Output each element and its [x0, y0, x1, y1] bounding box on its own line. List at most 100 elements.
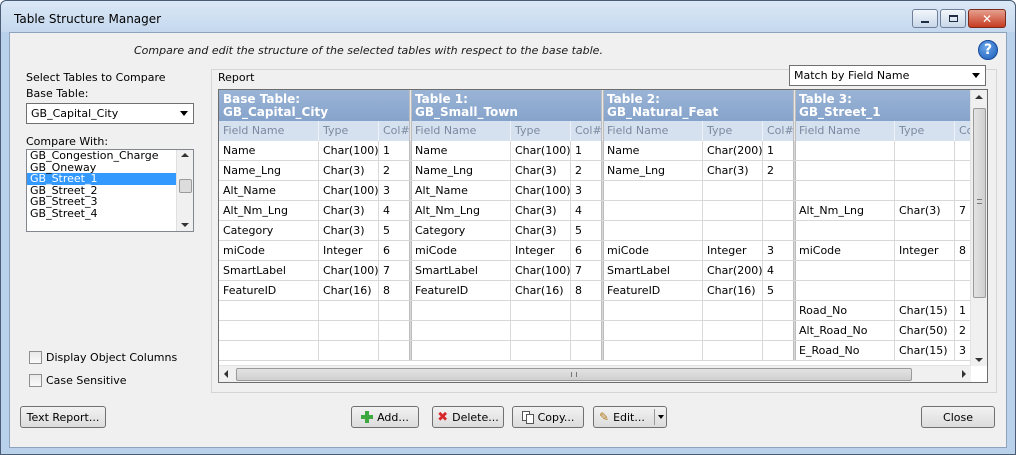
- table-cell[interactable]: [603, 221, 703, 241]
- table-cell[interactable]: Category: [411, 221, 511, 241]
- table-cell[interactable]: [763, 201, 795, 221]
- table-cell[interactable]: [511, 301, 571, 321]
- table-cell[interactable]: [219, 301, 319, 321]
- table-cell[interactable]: Char(3): [895, 201, 955, 221]
- table-cell[interactable]: 8: [571, 281, 603, 301]
- table-cell[interactable]: Char(50): [895, 321, 955, 341]
- table-cell[interactable]: Alt_Nm_Lng: [219, 201, 319, 221]
- table-cell[interactable]: [219, 341, 319, 361]
- table-cell[interactable]: [795, 281, 895, 301]
- table-cell[interactable]: 1: [571, 141, 603, 161]
- table-cell[interactable]: [379, 341, 411, 361]
- close-window-button[interactable]: ✕: [968, 9, 1006, 28]
- table-cell[interactable]: [379, 301, 411, 321]
- table-cell[interactable]: FeatureID: [411, 281, 511, 301]
- table-cell[interactable]: miCode: [603, 241, 703, 261]
- table-cell[interactable]: SmartLabel: [411, 261, 511, 281]
- table-cell[interactable]: Char(3): [319, 161, 379, 181]
- scroll-left-icon[interactable]: [224, 370, 228, 378]
- table-cell[interactable]: Name_Lng: [411, 161, 511, 181]
- table-cell[interactable]: 2: [571, 161, 603, 181]
- table-cell[interactable]: [763, 221, 795, 241]
- help-button[interactable]: ?: [978, 40, 998, 60]
- table-cell[interactable]: [603, 201, 703, 221]
- table-cell[interactable]: Char(100): [319, 181, 379, 201]
- table-cell[interactable]: 5: [571, 221, 603, 241]
- table-cell[interactable]: [703, 181, 763, 201]
- display-object-columns-checkbox[interactable]: [29, 351, 42, 364]
- table-cell[interactable]: Alt_Nm_Lng: [411, 201, 511, 221]
- table-cell[interactable]: [603, 181, 703, 201]
- table-cell[interactable]: Char(16): [319, 281, 379, 301]
- copy-button[interactable]: Copy...: [512, 406, 584, 428]
- table-cell[interactable]: [795, 181, 895, 201]
- table-cell[interactable]: [571, 321, 603, 341]
- table-cell[interactable]: Char(3): [319, 201, 379, 221]
- delete-button[interactable]: ✖ Delete...: [432, 406, 504, 428]
- table-cell[interactable]: Char(16): [703, 281, 763, 301]
- table-cell[interactable]: [763, 341, 795, 361]
- table-cell[interactable]: Char(3): [511, 221, 571, 241]
- table-cell[interactable]: [795, 141, 895, 161]
- table-cell[interactable]: Name: [603, 141, 703, 161]
- table-cell[interactable]: 5: [379, 221, 411, 241]
- table-cell[interactable]: [603, 301, 703, 321]
- table-cell[interactable]: [895, 141, 955, 161]
- table-cell[interactable]: 8: [379, 281, 411, 301]
- table-cell[interactable]: [319, 341, 379, 361]
- table-cell[interactable]: Char(100): [511, 261, 571, 281]
- table-cell[interactable]: [379, 321, 411, 341]
- grid-vscroll-thumb[interactable]: [973, 108, 986, 298]
- table-cell[interactable]: [411, 321, 511, 341]
- table-cell[interactable]: Char(3): [319, 221, 379, 241]
- table-cell[interactable]: [511, 321, 571, 341]
- add-button[interactable]: Add...: [351, 406, 419, 428]
- table-cell[interactable]: miCode: [795, 241, 895, 261]
- table-cell[interactable]: FeatureID: [219, 281, 319, 301]
- scroll-down-icon[interactable]: [975, 358, 983, 362]
- table-cell[interactable]: 6: [571, 241, 603, 261]
- table-cell[interactable]: FeatureID: [603, 281, 703, 301]
- compare-with-list[interactable]: GB_Congestion_Charge GB_Oneway GB_Street…: [26, 149, 194, 232]
- table-cell[interactable]: Char(100): [511, 181, 571, 201]
- report-grid[interactable]: Base Table: GB_Capital_City Field Name Type…: [218, 89, 988, 383]
- table-cell[interactable]: Alt_Road_No: [795, 321, 895, 341]
- table-cell[interactable]: 3: [571, 181, 603, 201]
- table-cell[interactable]: Category: [219, 221, 319, 241]
- table-cell[interactable]: [319, 321, 379, 341]
- base-table-dropdown[interactable]: GB_Capital_City: [26, 103, 194, 124]
- list-item[interactable]: GB_Congestion_Charge: [27, 150, 176, 162]
- table-cell[interactable]: 3: [379, 181, 411, 201]
- table-cell[interactable]: [511, 341, 571, 361]
- table-cell[interactable]: Char(200): [703, 141, 763, 161]
- table-cell[interactable]: Integer: [703, 241, 763, 261]
- table-cell[interactable]: 4: [379, 201, 411, 221]
- table-cell[interactable]: Name_Lng: [603, 161, 703, 181]
- table-cell[interactable]: [703, 221, 763, 241]
- table-cell[interactable]: miCode: [411, 241, 511, 261]
- table-cell[interactable]: Char(200): [703, 261, 763, 281]
- table-cell[interactable]: Alt_Name: [411, 181, 511, 201]
- table-cell[interactable]: [703, 301, 763, 321]
- chevron-down-icon[interactable]: [658, 415, 664, 419]
- table-cell[interactable]: 1: [379, 141, 411, 161]
- table-cell[interactable]: Char(100): [319, 141, 379, 161]
- table-cell[interactable]: Alt_Name: [219, 181, 319, 201]
- table-cell[interactable]: [895, 161, 955, 181]
- table-cell[interactable]: [795, 221, 895, 241]
- table-cell[interactable]: [603, 321, 703, 341]
- maximize-button[interactable]: [940, 9, 966, 28]
- table-cell[interactable]: Road_No: [795, 301, 895, 321]
- table-cell[interactable]: E_Road_No: [795, 341, 895, 361]
- list-item[interactable]: GB_Street_4: [27, 207, 176, 220]
- list-item[interactable]: GB_Street_3: [27, 196, 176, 208]
- table-cell[interactable]: SmartLabel: [603, 261, 703, 281]
- list-item-selected[interactable]: GB_Street_1: [27, 173, 176, 185]
- list-scroll-thumb[interactable]: [179, 179, 192, 193]
- grid-horizontal-scrollbar[interactable]: [219, 365, 971, 382]
- table-cell[interactable]: [703, 321, 763, 341]
- table-cell[interactable]: [219, 321, 319, 341]
- table-cell[interactable]: 1: [763, 141, 795, 161]
- table-cell[interactable]: Char(3): [703, 161, 763, 181]
- scroll-down-icon[interactable]: [181, 223, 189, 227]
